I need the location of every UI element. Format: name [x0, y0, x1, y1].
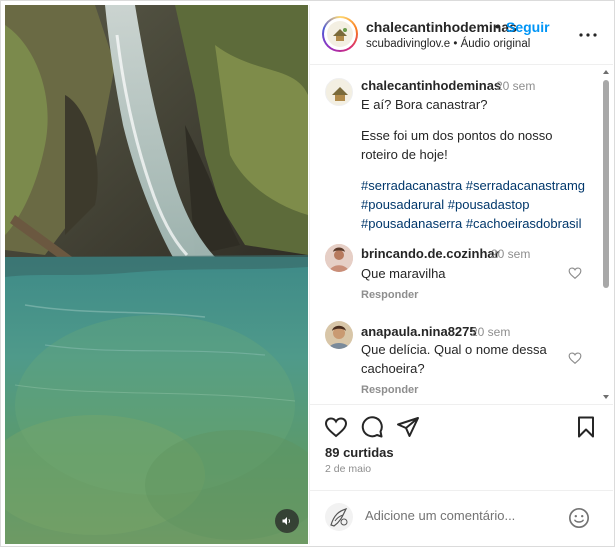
send-icon[interactable]: [396, 415, 420, 439]
comment-time: 20 sem: [491, 247, 531, 261]
current-user-avatar: [325, 503, 353, 531]
comment-input[interactable]: [365, 508, 545, 523]
user-avatar-icon: [325, 503, 353, 531]
reply-button[interactable]: Responder: [361, 384, 418, 396]
commenter-avatar[interactable]: [325, 244, 353, 272]
waterfall-video-frame: [5, 5, 308, 544]
hashtag-link[interactable]: #pousadarural: [361, 197, 444, 212]
add-comment-bar: [310, 490, 613, 544]
scroll-down-arrow[interactable]: [603, 395, 609, 399]
hashtag-row: #serradacanastra #serradacanastramg: [361, 176, 585, 195]
scroll-up-arrow[interactable]: [603, 70, 609, 74]
post-date: 2 de maio: [325, 463, 372, 475]
caption-author-avatar[interactable]: [325, 78, 353, 106]
person-photo-icon: [325, 244, 353, 272]
person-photo-icon: [325, 321, 353, 349]
comment-username[interactable]: anapaula.nina8275: [361, 324, 477, 339]
hashtag-row: #pousadanaserra #cachoeirasdobrasil: [361, 214, 581, 233]
audio-attribution[interactable]: scubadivinglov.e • Áudio original: [366, 38, 530, 50]
speaker-icon: [282, 517, 290, 525]
post-header: chalecantinhodeminas • Seguir scubadivin…: [310, 5, 613, 65]
chale-logo-icon: [332, 87, 348, 101]
hashtag-link[interactable]: #pousadastop: [448, 197, 530, 212]
hashtag-link[interactable]: #pousadanaserra: [361, 216, 462, 231]
caption-line-2: Esse foi um dos pontos do nosso: [361, 128, 553, 143]
comment-text: cachoeira?: [361, 361, 425, 376]
heart-icon[interactable]: [324, 415, 348, 439]
heart-icon[interactable]: [568, 266, 582, 280]
comment-text: Que maravilha: [361, 266, 446, 281]
comment-icon[interactable]: [360, 415, 384, 439]
comment-username[interactable]: brincando.de.cozinhar: [361, 246, 500, 261]
chale-logo-icon: [327, 21, 353, 47]
likes-count[interactable]: 89 curtidas: [325, 445, 394, 460]
sound-toggle-button[interactable]: [275, 509, 299, 533]
caption-line-1: E aí? Bora canastrar?: [361, 97, 488, 112]
author-avatar[interactable]: [322, 16, 358, 52]
emoji-icon[interactable]: [568, 507, 590, 529]
bookmark-icon[interactable]: [574, 415, 598, 439]
more-horizontal-icon: [579, 33, 597, 37]
hashtag-link[interactable]: #serradacanastra: [361, 178, 462, 193]
commenter-avatar[interactable]: [325, 321, 353, 349]
more-options-button[interactable]: [576, 23, 600, 47]
hashtag-link[interactable]: #cachoeirasdobrasil: [466, 216, 582, 231]
follow-button[interactable]: Seguir: [506, 19, 550, 35]
comments-list[interactable]: chalecantinhodeminas 20 sem E aí? Bora c…: [310, 66, 613, 403]
caption-line-3: roteiro de hoje!: [361, 147, 448, 162]
comment-text: Que delícia. Qual o nome dessa: [361, 342, 547, 357]
post-sidebar: chalecantinhodeminas • Seguir scubadivin…: [309, 5, 613, 544]
post-actions: 89 curtidas 2 de maio: [310, 404, 613, 490]
comment-time: 20 sem: [471, 325, 511, 339]
separator-dot: •: [495, 18, 500, 34]
post-video[interactable]: [5, 5, 308, 544]
hashtag-link[interactable]: #serradacanastramg: [466, 178, 585, 193]
comments-scrollbar[interactable]: [602, 70, 610, 399]
hashtag-row: #pousadarural #pousadastop: [361, 195, 529, 214]
post-dialog: chalecantinhodeminas • Seguir scubadivin…: [0, 0, 615, 547]
scrollbar-thumb[interactable]: [603, 80, 609, 288]
reply-button[interactable]: Responder: [361, 289, 418, 301]
caption-time: 20 sem: [496, 79, 536, 93]
heart-icon[interactable]: [568, 351, 582, 365]
caption-username[interactable]: chalecantinhodeminas: [361, 78, 501, 93]
